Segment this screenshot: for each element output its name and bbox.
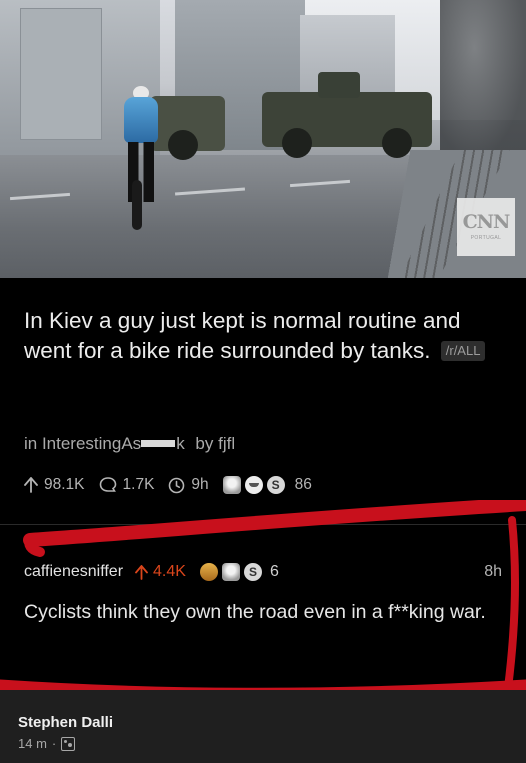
poster-name[interactable]: Stephen Dalli [18,714,113,731]
post-flair[interactable]: /r/ALL [440,341,486,361]
cnn-logo: CNN [462,211,511,233]
cnn-watermark: CNN PORTUGAL [457,198,515,256]
comment-awards[interactable]: S 6 [199,563,279,581]
comment-time: 8h [484,563,502,580]
building-facade [20,8,102,140]
comment-username[interactable]: caffienesniffer [24,563,123,581]
upvote-arrow-icon [24,477,38,493]
share-footer: Stephen Dalli 14 m · [0,690,526,763]
clock-icon [169,477,185,493]
comment-body: Cyclists think they own the road even in… [24,601,486,623]
trees [440,0,526,160]
hugz-award-icon [199,563,218,581]
silver-award-icon: S [266,476,285,494]
friends-icon [61,736,76,751]
post-title[interactable]: In Kiev a guy just kept is normal routin… [24,306,494,366]
comment-stat[interactable]: 1.7K [99,476,155,494]
upvote-arrow-icon [135,564,148,580]
post-meta: in InterestingAs k by fjfl [24,434,235,454]
separator-dot: · [51,736,57,751]
comment-award-count: 6 [269,563,279,580]
cnn-logo-sub: PORTUGAL [470,235,502,241]
comment-header: caffienesniffer 4.4K S 6 8h [24,563,502,581]
censor-bar [141,440,176,448]
comment-count: 1.7K [122,476,155,493]
comment-upvote-count: 4.4K [153,563,186,580]
subreddit-name-end: k [176,434,185,453]
cyclist [124,97,158,143]
age-stat: 9h [168,476,209,494]
comment-upvotes[interactable]: 4.4K [135,563,186,581]
wholesome-award-icon [221,563,240,581]
wholesome-award-icon [222,476,241,494]
award-count: 86 [294,476,312,493]
post-title-text: In Kiev a guy just kept is normal routin… [24,308,461,363]
post-stats: 98.1K 1.7K 9h S 86 [24,476,326,494]
upvote-count: 98.1K [44,476,85,493]
tank-turret [318,72,360,98]
subreddit-name-start: in InterestingAs [24,434,142,453]
laughing-award-icon [244,476,263,494]
divider [0,524,526,525]
upvote-stat[interactable]: 98.1K [24,476,85,494]
post-age: 9h [191,476,209,493]
awards-stat[interactable]: S 86 [222,476,312,494]
bicycle-wheel [132,180,142,230]
tank-wheel [168,130,198,160]
comment-bubble-icon [99,477,116,492]
tank-wheel [282,128,312,158]
post-image[interactable]: CNN PORTUGAL [0,0,526,278]
post-time[interactable]: 14 m [18,736,47,751]
tank-wheel [382,128,412,158]
subreddit-link[interactable]: in InterestingAs k [24,434,185,453]
post-timestamp: 14 m · [18,736,76,751]
silver-award-icon: S [243,563,262,581]
post-author[interactable]: by fjfl [195,434,235,453]
